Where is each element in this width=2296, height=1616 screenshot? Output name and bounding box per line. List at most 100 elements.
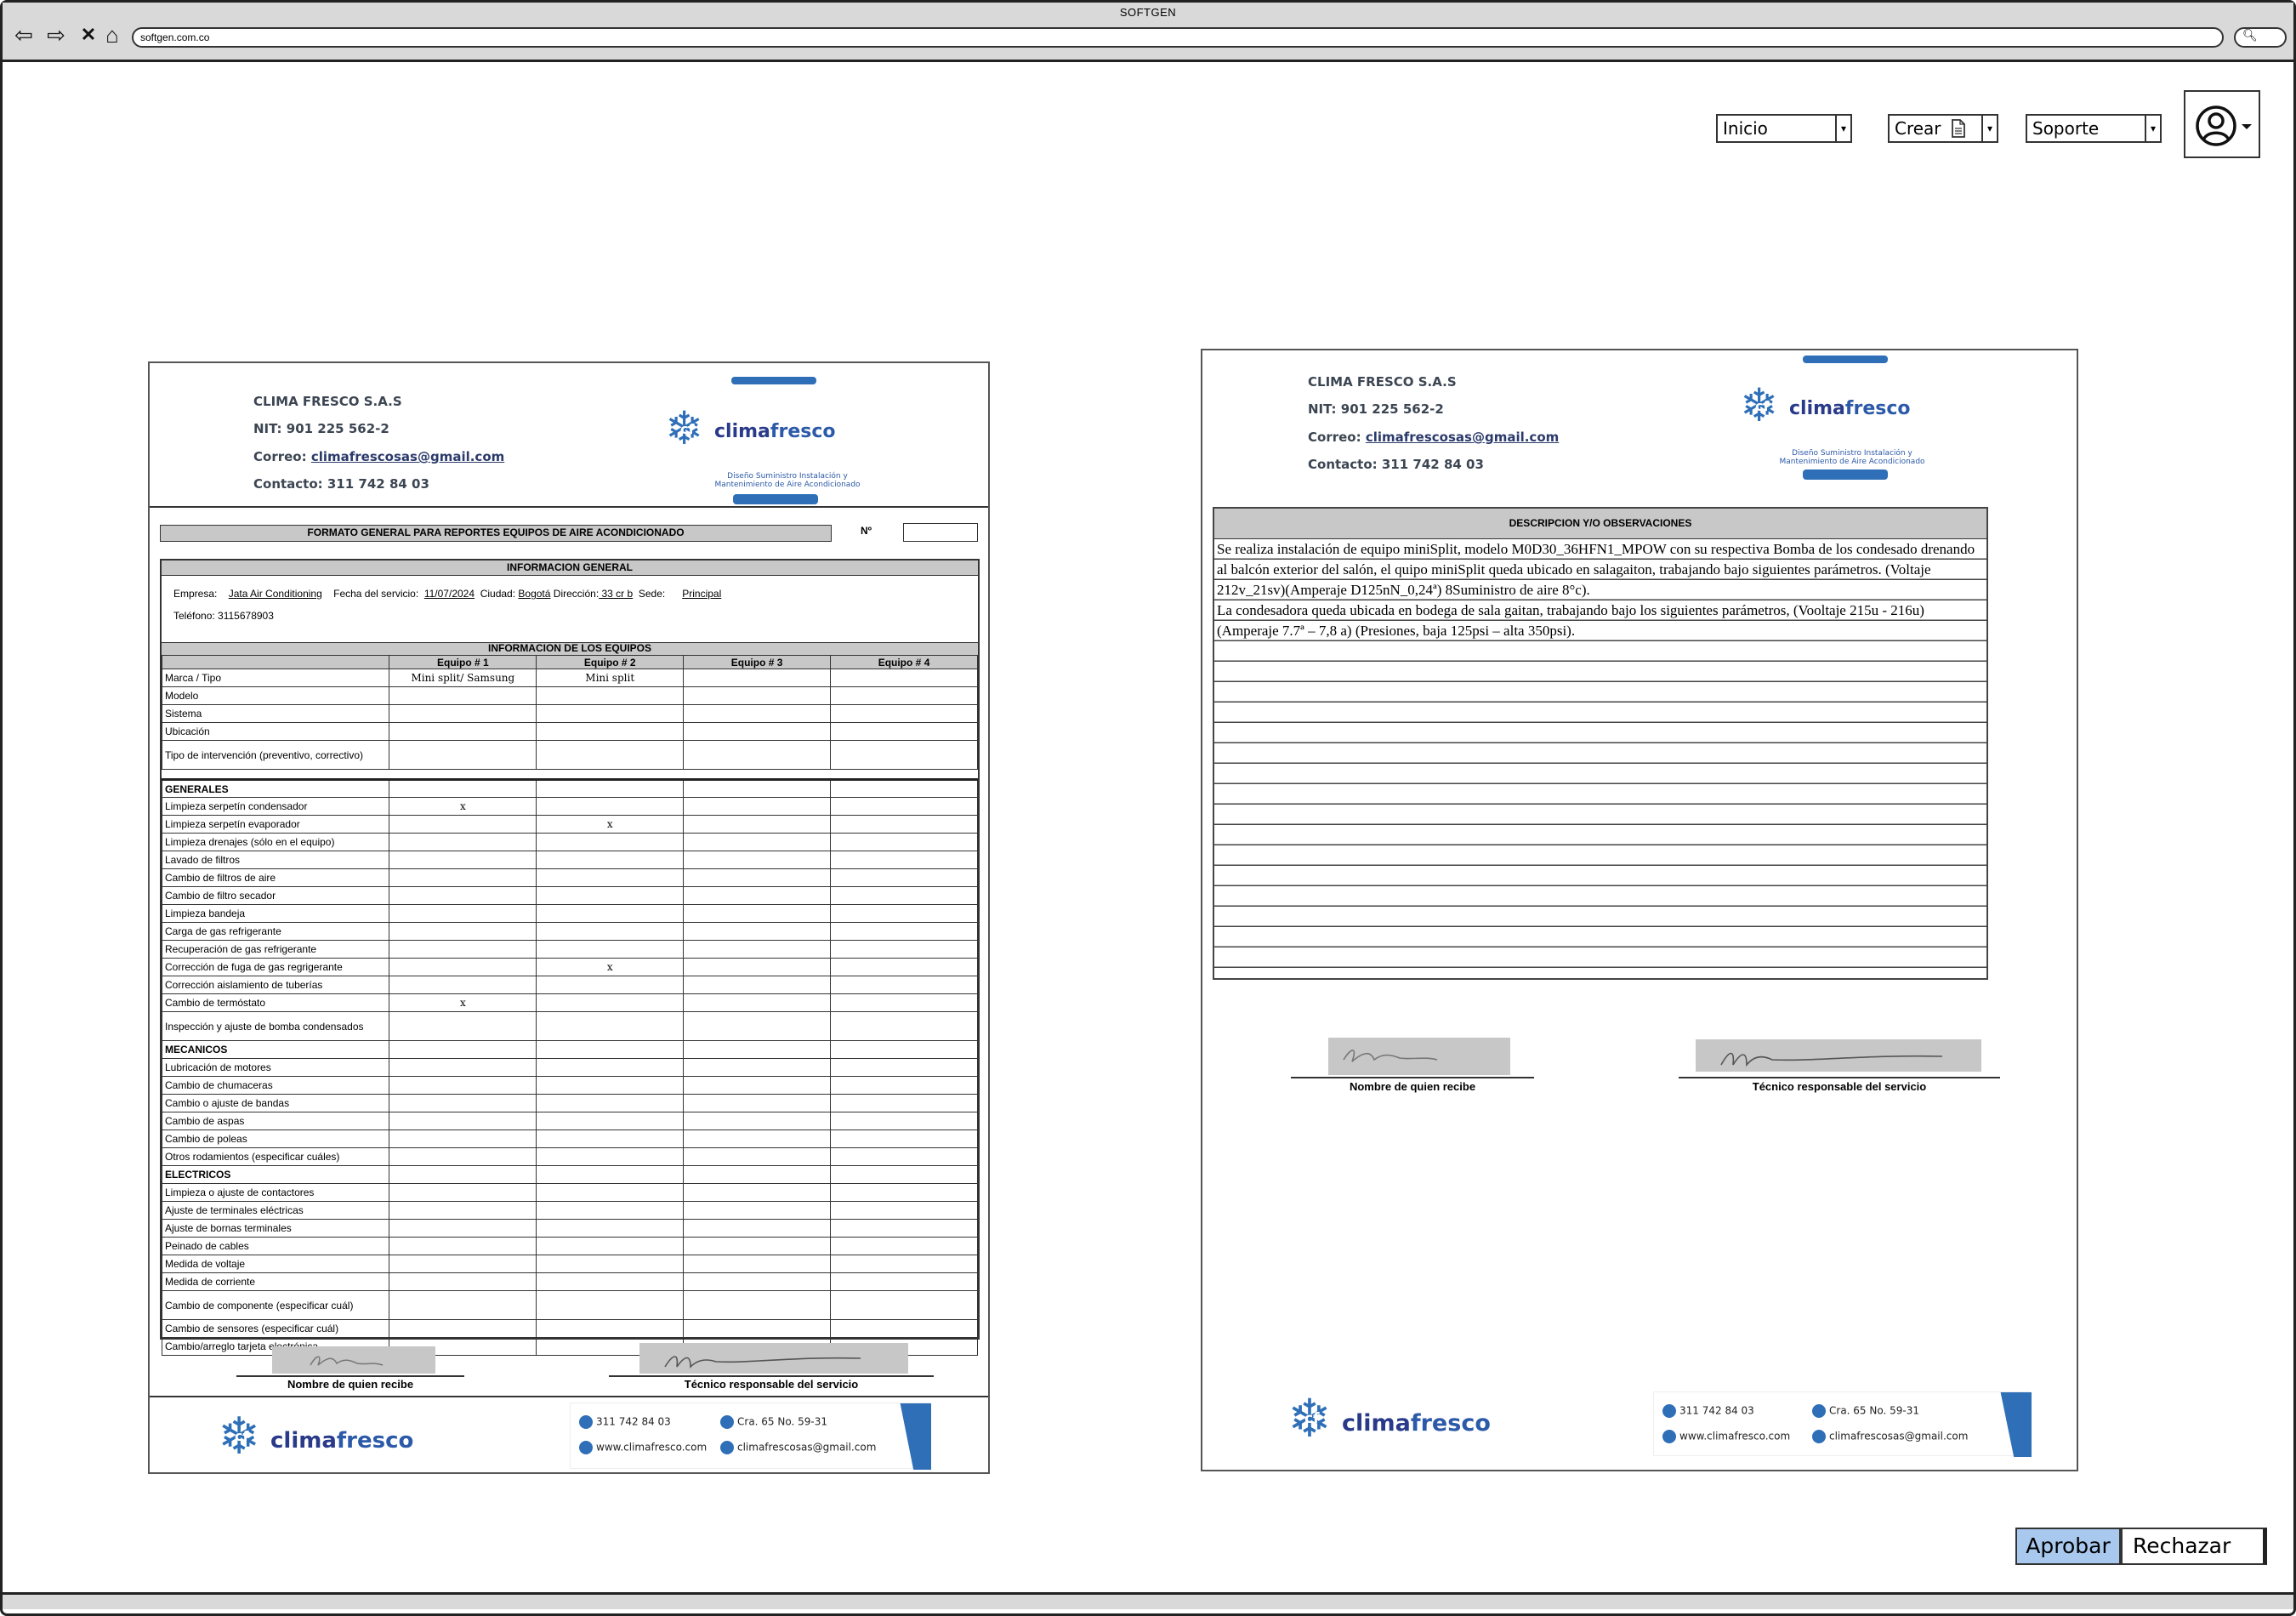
approve-button[interactable]: Aprobar (2015, 1528, 2121, 1565)
row-label: Corrección aislamiento de tuberías (161, 976, 390, 994)
soporte-label: Soporte (2032, 118, 2100, 139)
company-contact: Contacto: 311 742 84 03 (253, 476, 429, 492)
row-label: Modelo (161, 686, 390, 705)
footer-logo: ❄ cf climafresco (218, 1408, 414, 1465)
row-label: Sistema (161, 704, 390, 723)
table-cell (830, 976, 978, 994)
company-name: CLIMA FRESCO S.A.S (1308, 374, 1457, 390)
table-cell (389, 922, 537, 941)
table-row: Cambio de filtro secador (161, 886, 978, 905)
company-name: CLIMA FRESCO S.A.S (253, 394, 402, 409)
table-cell (389, 868, 537, 887)
company-logo: ❄ cf climafresco Diseño Suministro Insta… (634, 368, 924, 504)
row-label: Marca / Tipo (161, 669, 390, 687)
table-cell (536, 1290, 685, 1320)
reject-button[interactable]: Rechazar (2121, 1528, 2267, 1565)
row-label: Cambio de sensores (especificar cuál) (161, 1319, 390, 1338)
table-cell (389, 704, 537, 723)
row-label: Cambio o ajuste de bandas (161, 1094, 390, 1112)
table-cell (389, 1147, 537, 1166)
ciudad-value: Bogotá (518, 588, 551, 600)
table-cell: Mini split (536, 669, 685, 687)
table-cell (389, 722, 537, 741)
table-cell (389, 940, 537, 959)
table-cell (830, 686, 978, 705)
forward-icon[interactable]: ⇨ (43, 23, 69, 47)
footer-contact: 311 742 84 03 Cra. 65 No. 59-31 www.clim… (1653, 1391, 2032, 1457)
table-cell (389, 886, 537, 905)
table-cell (536, 686, 685, 705)
row-label: Medida de voltaje (161, 1255, 390, 1273)
row-label: Limpieza drenajes (sólo en el equipo) (161, 833, 390, 851)
sede-value: Principal (682, 588, 722, 600)
table-cell (683, 904, 832, 923)
table-cell (683, 1201, 832, 1220)
table-cell: x (389, 993, 537, 1012)
row-label: Cambio de componente (especificar cuál) (161, 1290, 390, 1320)
observation-paragraph-1: Se realiza instalación de equipo miniSpl… (1217, 541, 1975, 598)
table-cell (536, 722, 685, 741)
user-menu[interactable] (2184, 90, 2260, 158)
url-bar[interactable]: softgen.com.co (132, 27, 2224, 48)
row-label: Cambio de termóstato (161, 993, 390, 1012)
receiver-label: Nombre de quien recibe (1349, 1080, 1476, 1093)
observations-lines: Se realiza instalación de equipo miniSpl… (1214, 539, 1986, 978)
table-row: Corrección de fuga de gas regrigerante x (161, 958, 978, 976)
globe-icon (579, 1441, 593, 1454)
crear-dropdown[interactable]: Crear ▾ (1888, 114, 1998, 143)
equipment-column-header: Equipo # 2 (536, 655, 685, 669)
table-cell (536, 740, 685, 770)
table-row: Tipo de intervención (preventivo, correc… (161, 740, 978, 770)
table-cell (536, 1272, 685, 1291)
table-cell (683, 1272, 832, 1291)
table-cell (830, 1147, 978, 1166)
section-header-row: ELECTRICOS (161, 1165, 978, 1184)
soporte-dropdown[interactable]: Soporte ▾ (2026, 114, 2162, 143)
table-cell (536, 1319, 685, 1338)
logo-tagline: Diseño Suministro Instalación y Mantenimi… (1779, 449, 1925, 466)
table-cell (389, 851, 537, 869)
table-cell (683, 886, 832, 905)
row-label: Limpieza bandeja (161, 904, 390, 923)
table-row: Ajuste de bornas terminales (161, 1219, 978, 1238)
table-cell (536, 1129, 685, 1148)
row-label: Inspección y ajuste de bomba condensados (161, 1011, 390, 1041)
table-cell (536, 976, 685, 994)
table-cell (830, 904, 978, 923)
table-cell (389, 1201, 537, 1220)
crear-label: Crear (1895, 118, 1941, 139)
company-nit: NIT: 901 225 562-2 (253, 421, 389, 436)
search-field[interactable]: 🔍︎ (2234, 27, 2287, 48)
home-icon[interactable]: ⌂ (99, 23, 125, 47)
logo-text: climafresco (1789, 398, 1911, 419)
inicio-dropdown[interactable]: Inicio ▾ (1716, 114, 1852, 143)
footer-logo: ❄ cf climafresco (1287, 1390, 1491, 1448)
row-label: Ajuste de terminales eléctricas (161, 1201, 390, 1220)
row-label: Carga de gas refrigerante (161, 922, 390, 941)
equipment-column-header: Equipo # 1 (389, 655, 537, 669)
document-icon (1952, 119, 1965, 138)
table-cell (389, 976, 537, 994)
table-cell (389, 1112, 537, 1130)
back-icon[interactable]: ⇦ (11, 23, 37, 47)
table-cell (536, 1094, 685, 1112)
table-cell (830, 833, 978, 851)
close-icon[interactable]: ✕ (76, 23, 101, 47)
table-cell (536, 1112, 685, 1130)
table-row: Cambio de filtros de aire (161, 868, 978, 887)
table-cell (536, 851, 685, 869)
table-cell (830, 1183, 978, 1202)
observations-box: DESCRIPCION Y/O OBSERVACIONES Se realiza… (1213, 507, 1988, 980)
table-cell (536, 868, 685, 887)
table-cell (830, 922, 978, 941)
table-cell (389, 833, 537, 851)
table-cell (830, 722, 978, 741)
table-cell (536, 704, 685, 723)
location-icon (1812, 1404, 1826, 1418)
globe-icon (1662, 1430, 1676, 1443)
table-row: Limpieza serpetín condensador x (161, 797, 978, 816)
table-cell (389, 1237, 537, 1255)
technician-signature (1696, 1039, 1981, 1072)
table-cell (683, 686, 832, 705)
table-cell (830, 1319, 978, 1338)
